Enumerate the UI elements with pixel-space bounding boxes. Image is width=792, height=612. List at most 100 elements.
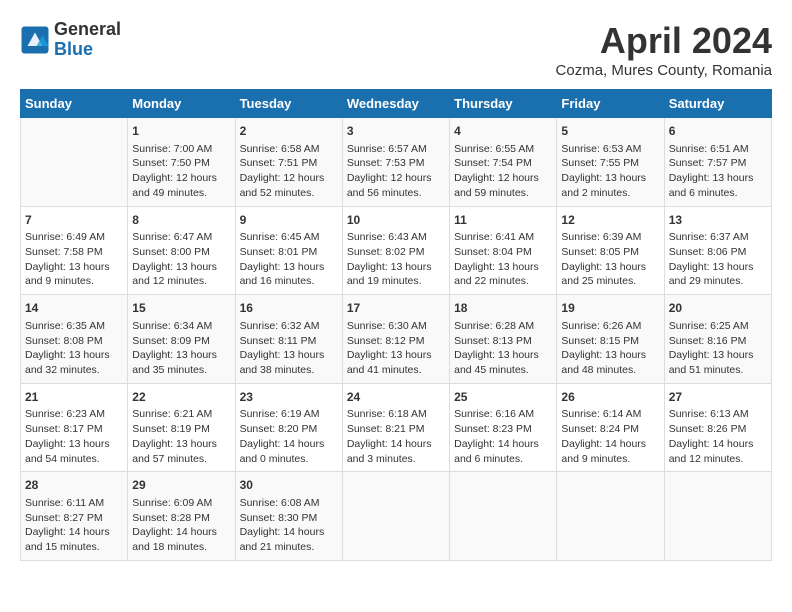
day-number: 25	[454, 389, 552, 406]
day-info: Sunrise: 6:13 AM Sunset: 8:26 PM Dayligh…	[669, 407, 767, 466]
calendar-cell: 12Sunrise: 6:39 AM Sunset: 8:05 PM Dayli…	[557, 206, 664, 295]
day-info: Sunrise: 6:53 AM Sunset: 7:55 PM Dayligh…	[561, 142, 659, 201]
day-info: Sunrise: 6:28 AM Sunset: 8:13 PM Dayligh…	[454, 319, 552, 378]
day-info: Sunrise: 6:37 AM Sunset: 8:06 PM Dayligh…	[669, 230, 767, 289]
day-number: 4	[454, 123, 552, 140]
calendar-cell: 19 Sunrise: 6:26 AM Sunset: 8:15 PM Dayli…	[557, 295, 664, 384]
calendar-cell: 26Sunrise: 6:14 AM Sunset: 8:24 PM Dayli…	[557, 383, 664, 472]
logo-blue-text: Blue	[54, 40, 121, 60]
day-number: 7	[25, 212, 123, 229]
day-info: Sunrise: 6:47 AM Sunset: 8:00 PM Dayligh…	[132, 230, 230, 289]
calendar-cell: 24Sunrise: 6:18 AM Sunset: 8:21 PM Dayli…	[342, 383, 449, 472]
calendar-cell: 17 Sunrise: 6:30 AM Sunset: 8:12 PM Dayli…	[342, 295, 449, 384]
header-day-thursday: Thursday	[450, 90, 557, 118]
day-info: Sunrise: 6:55 AM Sunset: 7:54 PM Dayligh…	[454, 142, 552, 201]
header-day-sunday: Sunday	[21, 90, 128, 118]
calendar-week-row: 7Sunrise: 6:49 AM Sunset: 7:58 PM Daylig…	[21, 206, 772, 295]
calendar-table: SundayMondayTuesdayWednesdayThursdayFrid…	[20, 89, 772, 561]
day-info: Sunrise: 6:51 AM Sunset: 7:57 PM Dayligh…	[669, 142, 767, 201]
day-number: 19	[561, 300, 659, 317]
day-number: 30	[240, 477, 338, 494]
day-info: Sunrise: 6:23 AM Sunset: 8:17 PM Dayligh…	[25, 407, 123, 466]
calendar-cell: 30 Sunrise: 6:08 AM Sunset: 8:30 PM Dayli…	[235, 472, 342, 561]
location: Cozma, Mures County, Romania	[556, 62, 772, 79]
header-day-friday: Friday	[557, 90, 664, 118]
day-info: Sunrise: 6:49 AM Sunset: 7:58 PM Dayligh…	[25, 230, 123, 289]
day-info: Sunrise: 6:45 AM Sunset: 8:01 PM Dayligh…	[240, 230, 338, 289]
calendar-cell: 6Sunrise: 6:51 AM Sunset: 7:57 PM Daylig…	[664, 118, 771, 207]
day-info: Sunrise: 6:35 AM Sunset: 8:08 PM Dayligh…	[25, 319, 123, 378]
day-number: 5	[561, 123, 659, 140]
calendar-cell	[342, 472, 449, 561]
calendar-cell: 23Sunrise: 6:19 AM Sunset: 8:20 PM Dayli…	[235, 383, 342, 472]
day-number: 2	[240, 123, 338, 140]
calendar-header-row: SundayMondayTuesdayWednesdayThursdayFrid…	[21, 90, 772, 118]
day-number: 3	[347, 123, 445, 140]
day-number: 24	[347, 389, 445, 406]
logo-general-text: General	[54, 20, 121, 40]
day-info: Sunrise: 6:25 AM Sunset: 8:16 PM Dayligh…	[669, 319, 767, 378]
day-number: 1	[132, 123, 230, 140]
calendar-week-row: 21Sunrise: 6:23 AM Sunset: 8:17 PM Dayli…	[21, 383, 772, 472]
calendar-cell: 29 Sunrise: 6:09 AM Sunset: 8:28 PM Dayli…	[128, 472, 235, 561]
day-number: 13	[669, 212, 767, 229]
day-number: 16	[240, 300, 338, 317]
header-day-saturday: Saturday	[664, 90, 771, 118]
logo-icon	[20, 25, 50, 55]
day-info: Sunrise: 6:11 AM Sunset: 8:27 PM Dayligh…	[25, 496, 123, 555]
day-number: 17	[347, 300, 445, 317]
calendar-cell: 15 Sunrise: 6:34 AM Sunset: 8:09 PM Dayli…	[128, 295, 235, 384]
calendar-cell: 7Sunrise: 6:49 AM Sunset: 7:58 PM Daylig…	[21, 206, 128, 295]
calendar-cell	[21, 118, 128, 207]
calendar-cell: 10Sunrise: 6:43 AM Sunset: 8:02 PM Dayli…	[342, 206, 449, 295]
day-number: 26	[561, 389, 659, 406]
calendar-cell: 21Sunrise: 6:23 AM Sunset: 8:17 PM Dayli…	[21, 383, 128, 472]
day-number: 15	[132, 300, 230, 317]
day-number: 9	[240, 212, 338, 229]
page-header: General Blue April 2024 Cozma, Mures Cou…	[20, 20, 772, 79]
calendar-cell	[557, 472, 664, 561]
calendar-cell: 22Sunrise: 6:21 AM Sunset: 8:19 PM Dayli…	[128, 383, 235, 472]
day-number: 14	[25, 300, 123, 317]
day-number: 23	[240, 389, 338, 406]
calendar-cell: 18Sunrise: 6:28 AM Sunset: 8:13 PM Dayli…	[450, 295, 557, 384]
calendar-cell: 27Sunrise: 6:13 AM Sunset: 8:26 PM Dayli…	[664, 383, 771, 472]
day-number: 10	[347, 212, 445, 229]
day-info: Sunrise: 6:18 AM Sunset: 8:21 PM Dayligh…	[347, 407, 445, 466]
calendar-cell: 2 Sunrise: 6:58 AM Sunset: 7:51 PM Daylig…	[235, 118, 342, 207]
day-info: Sunrise: 6:09 AM Sunset: 8:28 PM Dayligh…	[132, 496, 230, 555]
day-info: Sunrise: 6:43 AM Sunset: 8:02 PM Dayligh…	[347, 230, 445, 289]
day-number: 22	[132, 389, 230, 406]
calendar-cell: 5 Sunrise: 6:53 AM Sunset: 7:55 PM Daylig…	[557, 118, 664, 207]
day-info: Sunrise: 6:58 AM Sunset: 7:51 PM Dayligh…	[240, 142, 338, 201]
day-number: 8	[132, 212, 230, 229]
day-info: Sunrise: 6:30 AM Sunset: 8:12 PM Dayligh…	[347, 319, 445, 378]
day-number: 20	[669, 300, 767, 317]
calendar-cell: 20 Sunrise: 6:25 AM Sunset: 8:16 PM Dayli…	[664, 295, 771, 384]
title-block: April 2024 Cozma, Mures County, Romania	[556, 20, 772, 79]
calendar-cell: 28Sunrise: 6:11 AM Sunset: 8:27 PM Dayli…	[21, 472, 128, 561]
day-info: Sunrise: 6:21 AM Sunset: 8:19 PM Dayligh…	[132, 407, 230, 466]
calendar-cell: 25Sunrise: 6:16 AM Sunset: 8:23 PM Dayli…	[450, 383, 557, 472]
day-info: Sunrise: 6:26 AM Sunset: 8:15 PM Dayligh…	[561, 319, 659, 378]
month-title: April 2024	[556, 20, 772, 62]
header-day-wednesday: Wednesday	[342, 90, 449, 118]
day-info: Sunrise: 6:16 AM Sunset: 8:23 PM Dayligh…	[454, 407, 552, 466]
day-number: 21	[25, 389, 123, 406]
logo: General Blue	[20, 20, 121, 60]
day-info: Sunrise: 6:41 AM Sunset: 8:04 PM Dayligh…	[454, 230, 552, 289]
calendar-cell: 4 Sunrise: 6:55 AM Sunset: 7:54 PM Daylig…	[450, 118, 557, 207]
calendar-cell: 3Sunrise: 6:57 AM Sunset: 7:53 PM Daylig…	[342, 118, 449, 207]
day-info: Sunrise: 6:34 AM Sunset: 8:09 PM Dayligh…	[132, 319, 230, 378]
day-info: Sunrise: 6:19 AM Sunset: 8:20 PM Dayligh…	[240, 407, 338, 466]
day-number: 27	[669, 389, 767, 406]
day-info: Sunrise: 7:00 AM Sunset: 7:50 PM Dayligh…	[132, 142, 230, 201]
day-number: 29	[132, 477, 230, 494]
calendar-cell	[450, 472, 557, 561]
day-info: Sunrise: 6:08 AM Sunset: 8:30 PM Dayligh…	[240, 496, 338, 555]
day-info: Sunrise: 6:32 AM Sunset: 8:11 PM Dayligh…	[240, 319, 338, 378]
calendar-week-row: 14 Sunrise: 6:35 AM Sunset: 8:08 PM Dayli…	[21, 295, 772, 384]
calendar-cell: 9Sunrise: 6:45 AM Sunset: 8:01 PM Daylig…	[235, 206, 342, 295]
day-info: Sunrise: 6:39 AM Sunset: 8:05 PM Dayligh…	[561, 230, 659, 289]
day-info: Sunrise: 6:14 AM Sunset: 8:24 PM Dayligh…	[561, 407, 659, 466]
